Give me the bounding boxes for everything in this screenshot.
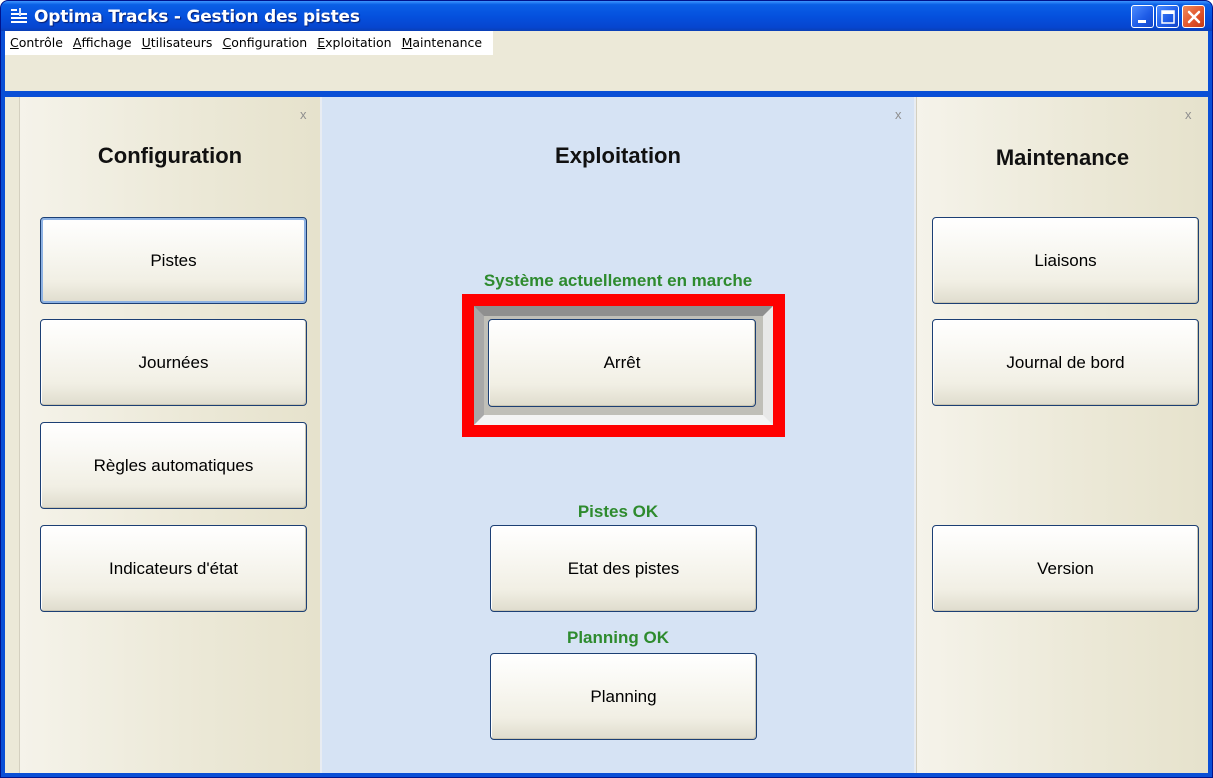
client-area: x Configuration Pistes Journées Règles a…	[5, 97, 1208, 773]
journees-button[interactable]: Journées	[40, 319, 307, 406]
menu-configuration[interactable]: Configuration	[217, 31, 312, 55]
close-icon	[1187, 10, 1201, 24]
etat-des-pistes-button[interactable]: Etat des pistes	[490, 525, 757, 612]
liaisons-button[interactable]: Liaisons	[932, 217, 1199, 304]
maximize-button[interactable]	[1156, 5, 1179, 28]
menu-bar: Contrôle Affichage Utilisateurs Configur…	[5, 31, 1208, 91]
minimize-button[interactable]	[1131, 5, 1154, 28]
exploitation-title: Exploitation	[555, 143, 681, 168]
pistes-status-label: Pistes OK	[577, 502, 659, 521]
maintenance-close-button[interactable]: x	[1185, 107, 1192, 122]
menu-row: Contrôle Affichage Utilisateurs Configur…	[5, 31, 494, 55]
exploitation-close-button[interactable]: x	[895, 107, 902, 122]
menu-controle[interactable]: Contrôle	[5, 31, 68, 55]
version-button[interactable]: Version	[932, 525, 1199, 612]
maintenance-panel: x Maintenance Liaisons Journal de bord V…	[916, 97, 1208, 773]
minimize-icon	[1138, 20, 1146, 23]
arret-button[interactable]: Arrêt	[488, 319, 756, 407]
close-button[interactable]	[1182, 5, 1205, 28]
window-bottom-border	[1, 773, 1212, 777]
planning-button[interactable]: Planning	[490, 653, 757, 740]
indicateurs-etat-button[interactable]: Indicateurs d'état	[40, 525, 307, 612]
planning-status-label: Planning OK	[567, 628, 669, 647]
pistes-button[interactable]: Pistes	[40, 217, 307, 304]
maximize-icon	[1161, 10, 1175, 24]
app-window: Optima Tracks - Gestion des pistes Contr…	[0, 0, 1213, 778]
configuration-title: Configuration	[97, 143, 243, 168]
journal-de-bord-button[interactable]: Journal de bord	[932, 319, 1199, 406]
app-icon	[11, 8, 29, 24]
menu-utilisateurs[interactable]: Utilisateurs	[137, 31, 218, 55]
configuration-panel: x Configuration Pistes Journées Règles a…	[19, 97, 320, 773]
regles-automatiques-button[interactable]: Règles automatiques	[40, 422, 307, 509]
configuration-close-button[interactable]: x	[300, 107, 307, 122]
window-title: Optima Tracks - Gestion des pistes	[34, 7, 360, 27]
title-bar[interactable]: Optima Tracks - Gestion des pistes	[1, 1, 1212, 31]
system-status-label: Système actuellement en marche	[483, 271, 753, 290]
menu-maintenance[interactable]: Maintenance	[397, 31, 488, 55]
menu-affichage[interactable]: Affichage	[68, 31, 137, 55]
menu-exploitation[interactable]: Exploitation	[312, 31, 396, 55]
maintenance-title: Maintenance	[995, 145, 1130, 170]
